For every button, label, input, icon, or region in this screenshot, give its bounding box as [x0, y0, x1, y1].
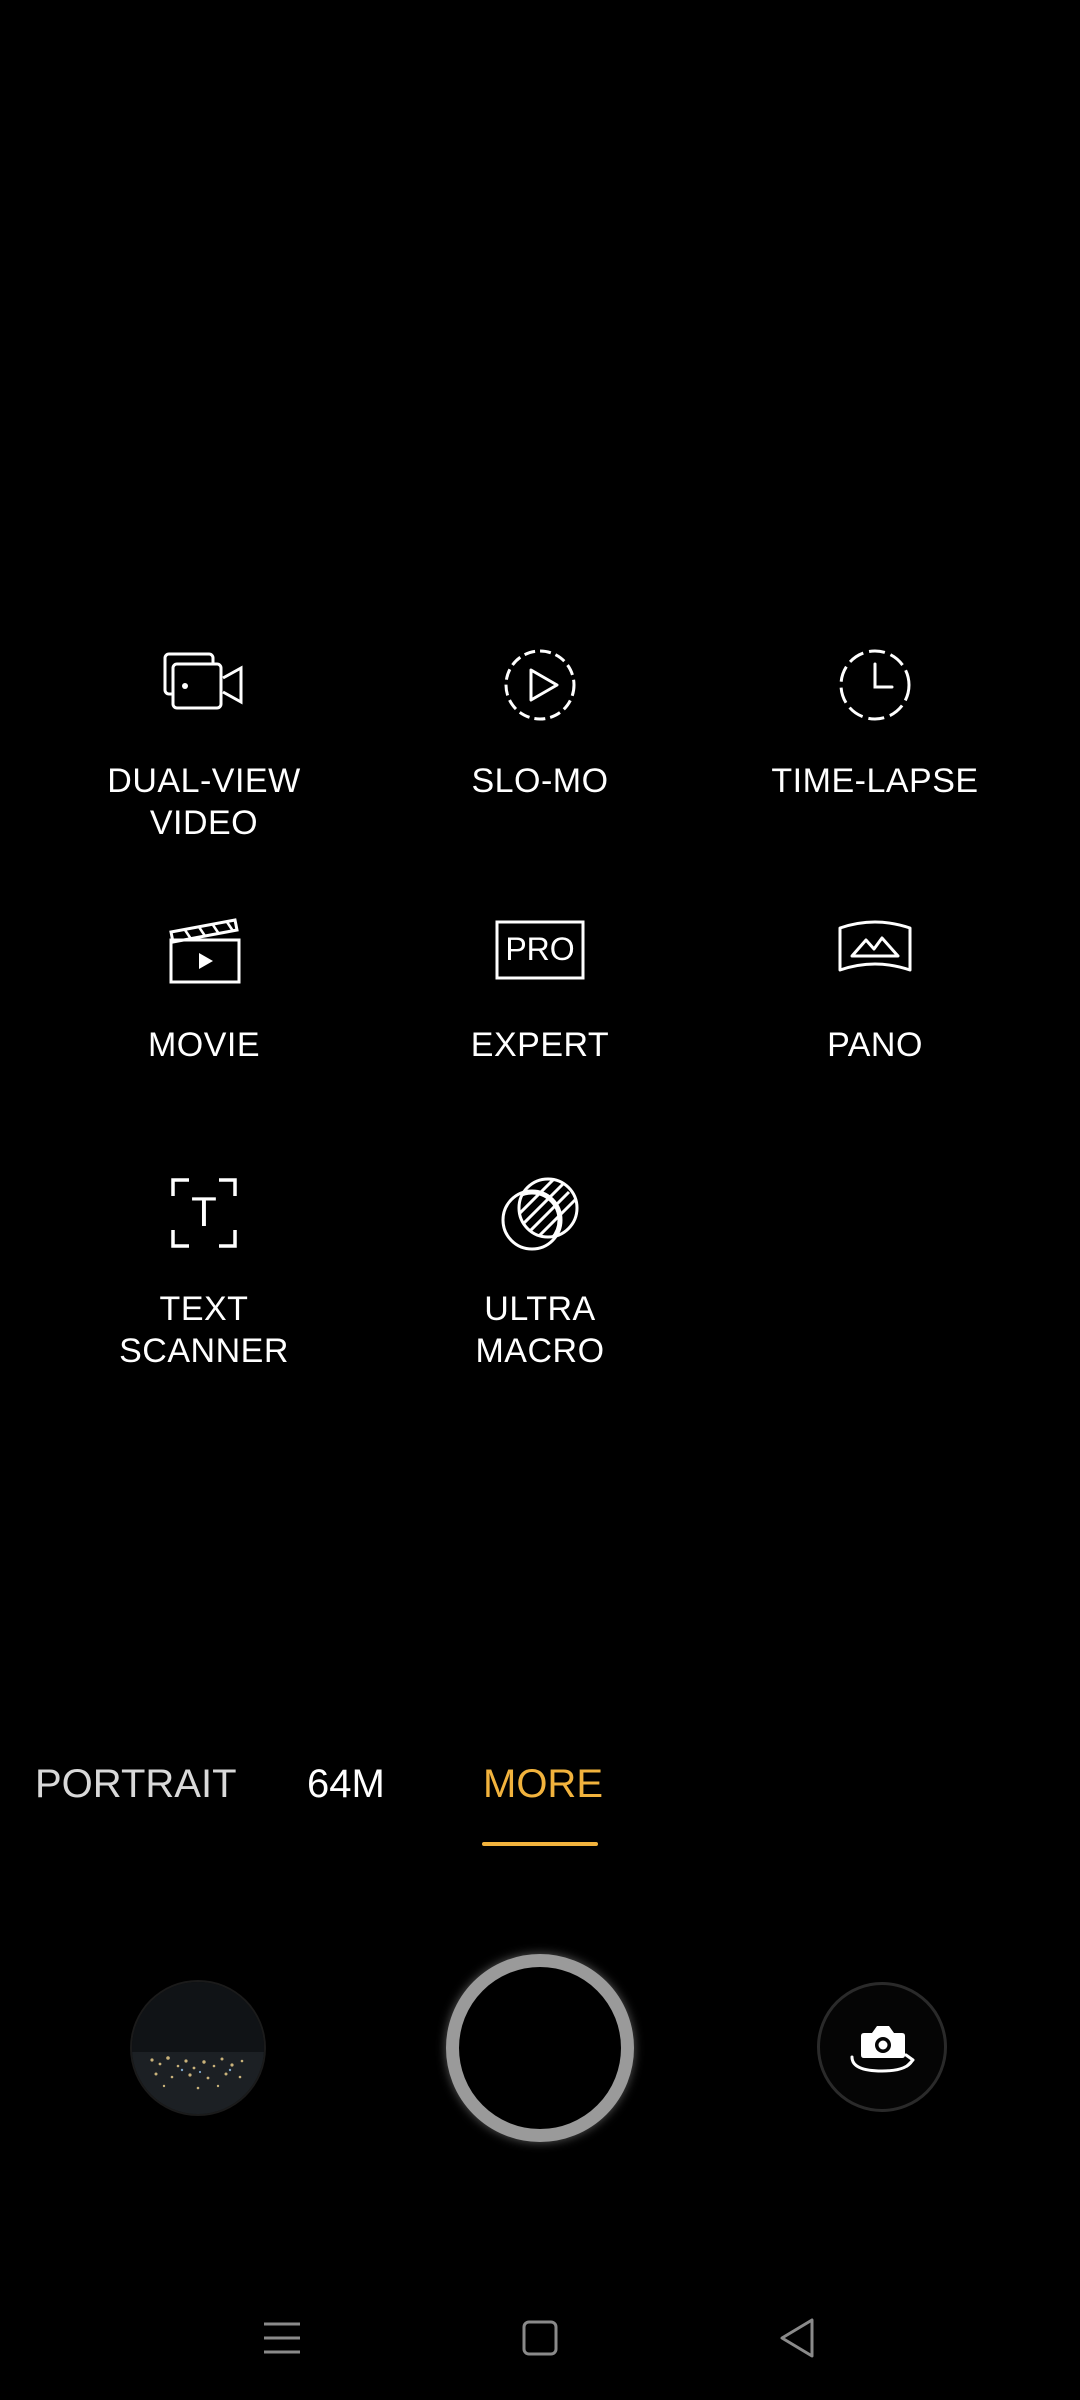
mode-label: MOVIE — [147, 1026, 261, 1064]
menu-button[interactable] — [252, 2308, 312, 2368]
switch-camera-icon — [834, 1999, 930, 2095]
gallery-thumbnail[interactable] — [132, 1982, 264, 2114]
mode-ultra-macro[interactable]: ULTRA MACRO — [390, 1168, 690, 1372]
mode-label: TIME-LAPSE — [771, 762, 979, 800]
time-lapse-icon — [830, 640, 920, 730]
mode-tab-more[interactable]: MORE — [483, 1760, 603, 1808]
svg-text:T: T — [191, 1188, 217, 1235]
shutter-button[interactable] — [446, 1954, 634, 2142]
home-button[interactable] — [510, 2308, 570, 2368]
mode-expert[interactable]: PRO EXPERT — [390, 904, 690, 1066]
mode-label: PANO — [827, 1026, 923, 1064]
panorama-icon — [830, 904, 920, 994]
camera-mode-selector: PORTRAIT 64M MORE — [0, 1740, 1080, 1850]
switch-camera-button[interactable] — [817, 1982, 947, 2112]
mode-label: SLO-MO — [471, 762, 609, 800]
dual-view-video-icon — [159, 640, 249, 730]
menu-icon — [256, 2312, 308, 2364]
more-modes-grid: DUAL-VIEW VIDEO SLO-MO TIME-LAPSE MOVIE … — [0, 640, 1080, 1400]
ultra-macro-icon — [495, 1168, 585, 1258]
mode-label: EXPERT — [470, 1026, 610, 1064]
mode-slo-mo[interactable]: SLO-MO — [390, 640, 690, 802]
pro-icon: PRO — [495, 904, 585, 994]
back-button[interactable] — [768, 2308, 828, 2368]
movie-clapperboard-icon — [159, 904, 249, 994]
system-nav-bar — [0, 2290, 1080, 2380]
slo-mo-icon — [495, 640, 585, 730]
back-icon — [772, 2312, 824, 2364]
mode-movie[interactable]: MOVIE — [54, 904, 354, 1066]
mode-label: TEXT SCANNER — [119, 1290, 289, 1370]
mode-tab-64m[interactable]: 64M — [307, 1760, 385, 1808]
text-scanner-icon: T — [159, 1168, 249, 1258]
mode-time-lapse[interactable]: TIME-LAPSE — [725, 640, 1025, 802]
svg-text:PRO: PRO — [505, 931, 574, 967]
mode-tab-portrait[interactable]: PORTRAIT — [35, 1760, 237, 1808]
selected-mode-indicator — [482, 1842, 598, 1846]
home-icon — [514, 2312, 566, 2364]
mode-label: ULTRA MACRO — [475, 1290, 605, 1370]
mode-pano[interactable]: PANO — [725, 904, 1025, 1066]
mode-label: DUAL-VIEW VIDEO — [107, 762, 301, 842]
mode-text-scanner[interactable]: T TEXT SCANNER — [54, 1168, 354, 1372]
mode-dual-view-video[interactable]: DUAL-VIEW VIDEO — [54, 640, 354, 844]
